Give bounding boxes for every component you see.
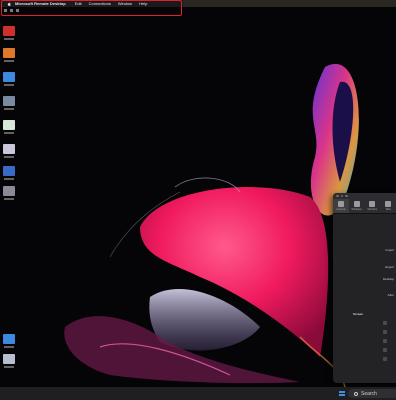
desktop-icon-label [4, 38, 14, 40]
desktop-icon[interactable] [3, 334, 15, 344]
desktop-icon[interactable] [3, 186, 15, 196]
desktop-icon-label [4, 198, 14, 200]
preferences-toolbar: General Windows Monitors Tabs [333, 199, 396, 214]
pref-row-import: Import [385, 248, 394, 252]
pref-row-after: After [387, 293, 394, 297]
desktop-icon-label [4, 366, 14, 368]
pref-checkbox[interactable] [383, 357, 387, 361]
desktop-icon-label [4, 156, 14, 158]
desktop-icon-label [4, 132, 14, 134]
search-icon [354, 391, 358, 396]
gear-icon [337, 201, 344, 207]
desktop-icon[interactable] [3, 96, 15, 106]
menu-bar-right-area [183, 0, 396, 7]
windows-icon [353, 201, 360, 207]
desktop-icon-label [4, 60, 14, 62]
windows-start-icon[interactable] [339, 390, 345, 397]
tab-general[interactable]: General [333, 199, 349, 213]
tab-monitors-label: Monitors [367, 208, 378, 211]
desktop-icon[interactable] [3, 354, 15, 364]
toolbar-dot[interactable] [10, 9, 13, 12]
zoom-icon[interactable] [345, 194, 348, 198]
menu-app-name[interactable]: Microsoft Remote Desktop [15, 1, 66, 6]
taskbar-search-label: Search [361, 390, 377, 397]
menu-edit[interactable]: Edit [75, 1, 82, 6]
pref-row-desktop: Desktop [382, 277, 394, 281]
tab-windows-label: Windows [351, 208, 362, 211]
desktop-icon-label [4, 346, 14, 348]
desktop-icon[interactable] [3, 144, 15, 154]
menu-help[interactable]: Help [139, 1, 147, 6]
tab-tabs[interactable]: Tabs [380, 199, 396, 213]
minimize-icon[interactable] [340, 194, 343, 198]
menu-window[interactable]: Window [118, 1, 132, 6]
taskbar: Search [0, 387, 396, 400]
desktop-icon-label [4, 84, 14, 86]
taskbar-search[interactable]: Search [348, 389, 396, 398]
desktop-icon[interactable] [3, 48, 15, 58]
desktop-icon-label [4, 178, 14, 180]
pref-section-screen: Screen [353, 312, 364, 316]
pref-checkbox[interactable] [383, 339, 387, 343]
tabs-icon [385, 201, 392, 207]
menu-connections[interactable]: Connections [89, 1, 111, 6]
desktop-icon[interactable] [3, 26, 15, 36]
secondary-toolbar [4, 9, 19, 12]
tab-windows[interactable]: Windows [349, 199, 365, 213]
apple-icon[interactable] [7, 1, 11, 6]
desktop-icon[interactable] [3, 120, 15, 130]
preferences-window: General Windows Monitors Tabs Import Exp… [333, 193, 396, 383]
pref-checkbox[interactable] [383, 348, 387, 352]
desktop-icon[interactable] [3, 166, 15, 176]
pref-row-export: Export [385, 265, 394, 269]
pref-checkbox[interactable] [383, 330, 387, 334]
desktop-icon[interactable] [3, 72, 15, 82]
tab-tabs-label: Tabs [385, 208, 391, 211]
toolbar-dot[interactable] [4, 9, 7, 12]
monitor-icon [369, 201, 376, 207]
menu-bar: Microsoft Remote Desktop Edit Connection… [0, 0, 396, 7]
tab-monitors[interactable]: Monitors [365, 199, 381, 213]
toolbar-dot[interactable] [16, 9, 19, 12]
close-icon[interactable] [336, 194, 339, 198]
tab-general-label: General [336, 208, 346, 211]
desktop-icon-label [4, 108, 14, 110]
pref-checkbox[interactable] [383, 321, 387, 325]
